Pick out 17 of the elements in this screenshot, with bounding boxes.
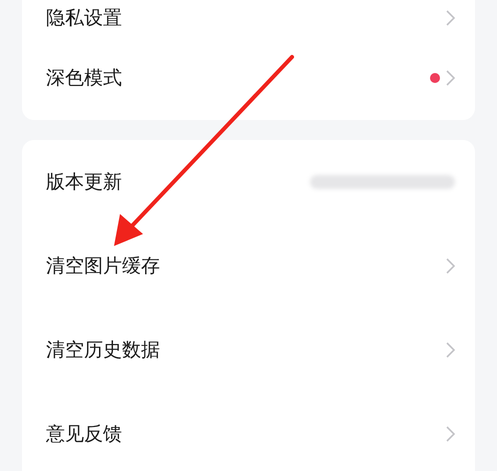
chevron-right-icon xyxy=(446,10,455,26)
row-label: 意见反馈 xyxy=(46,422,123,447)
chevron-right-icon xyxy=(446,426,455,442)
settings-row[interactable]: 隐私设置 xyxy=(22,0,475,36)
row-label: 清空图片缓存 xyxy=(46,254,161,279)
chevron-right-icon xyxy=(446,258,455,274)
row-label: 隐私设置 xyxy=(46,6,123,31)
chevron-right-icon xyxy=(446,70,455,86)
settings-row[interactable]: 清空历史数据 xyxy=(22,308,475,392)
row-label: 深色模式 xyxy=(46,66,123,91)
settings-row[interactable]: 版本更新 xyxy=(22,140,475,224)
chevron-right-icon xyxy=(446,342,455,358)
settings-row[interactable]: 清空图片缓存 xyxy=(22,224,475,308)
settings-row[interactable]: 深色模式 xyxy=(22,36,475,120)
row-label: 清空历史数据 xyxy=(46,338,161,363)
settings-row[interactable]: 意见反馈 xyxy=(22,392,475,471)
row-label: 版本更新 xyxy=(46,170,123,195)
